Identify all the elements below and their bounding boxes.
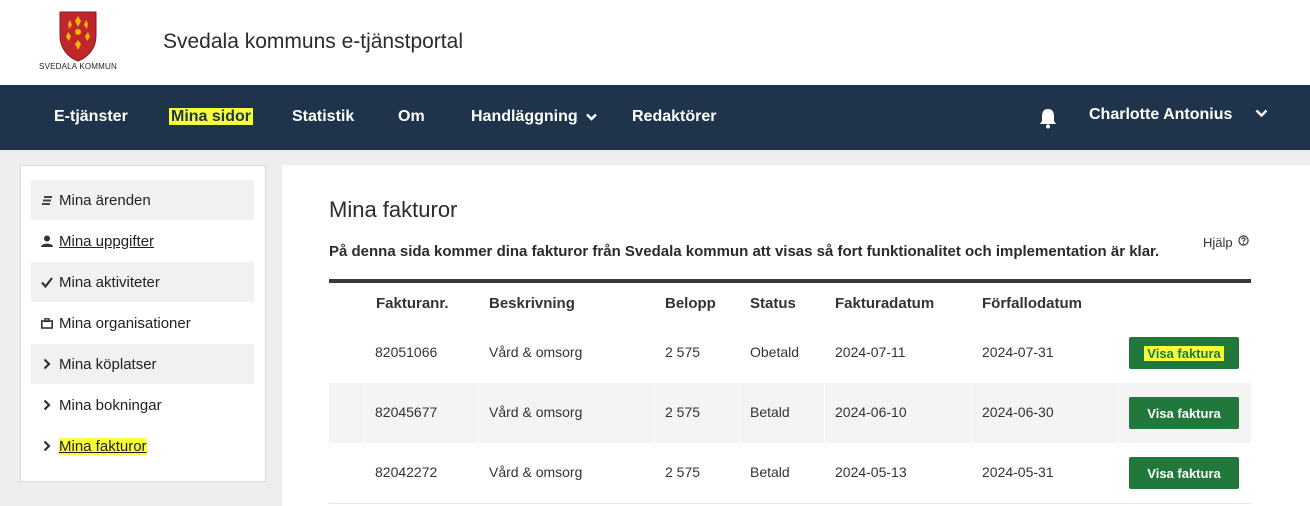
sidebar-item-label: Mina organisationer	[59, 314, 191, 332]
sidebar-item-label: Mina uppgifter	[59, 232, 155, 250]
sidebar-item-mina-organisationer[interactable]: Mina organisationer	[31, 303, 254, 343]
row-divider	[329, 503, 1251, 504]
help-link[interactable]: Hjälp	[1203, 235, 1249, 250]
bell-icon[interactable]	[1038, 107, 1058, 129]
nav-item-mina-sidor[interactable]: Mina sidor	[169, 107, 254, 127]
sidebar-item-mina-fakturor[interactable]: Mina fakturor	[31, 426, 254, 466]
nav-item-redaktorer[interactable]: Redaktörer	[632, 107, 716, 127]
invoice-due-date: 2024-05-31	[982, 464, 1054, 480]
chevron-right-icon	[39, 440, 55, 452]
view-invoice-button[interactable]: Visa faktura	[1129, 337, 1239, 369]
nav-label: Statistik	[292, 108, 355, 125]
invoice-status: Betald	[750, 464, 790, 480]
view-invoice-label: Visa faktura	[1147, 465, 1221, 481]
check-icon	[39, 276, 55, 288]
invoice-amount: 2 575	[665, 404, 701, 420]
nav-item-e-tjanster[interactable]: E-tjänster	[54, 107, 128, 127]
invoice-description: Vård & omsorg	[489, 464, 583, 480]
help-label: Hjälp	[1203, 235, 1233, 250]
invoice-date: 2024-06-10	[835, 404, 907, 420]
view-invoice-button[interactable]: Visa faktura	[1129, 397, 1239, 429]
invoice-description: Vård & omsorg	[489, 404, 583, 420]
main-content: Mina fakturor Hjälp På denna sida kommer…	[282, 165, 1310, 506]
page-title: Mina fakturor	[329, 197, 458, 222]
invoice-date: 2024-07-11	[835, 344, 906, 360]
municipality-logo[interactable]: SVEDALA KOMMUN	[32, 8, 124, 74]
logo-text: SVEDALA KOMMUN	[39, 62, 117, 71]
invoice-amount: 2 575	[665, 344, 701, 360]
person-icon	[39, 235, 55, 247]
invoice-due-date: 2024-06-30	[982, 404, 1054, 420]
user-menu-chevron-icon[interactable]	[1255, 109, 1268, 118]
sidebar-item-mina-arenden[interactable]: Mina ärenden	[31, 180, 254, 220]
sidebar-item-label: Mina köplatser	[59, 355, 157, 373]
invoice-status: Obetald	[750, 344, 800, 360]
nav-label: Redaktörer	[632, 108, 717, 125]
sidebar-item-label: Mina fakturor	[59, 437, 147, 455]
table-row: 82042272 Vård & omsorg 2 575 Betald 2024…	[329, 443, 1251, 503]
intro-text: På denna sida kommer dina fakturor från …	[329, 243, 1160, 260]
sidebar-item-label: Mina bokningar	[59, 396, 162, 414]
invoice-number: 82051066	[375, 344, 438, 360]
nav-label: Handläggning	[471, 108, 578, 125]
column-header-forfallodatum: Förfallodatum	[982, 295, 1082, 312]
view-invoice-button[interactable]: Visa faktura	[1129, 457, 1239, 489]
sidebar-item-mina-aktiviteter[interactable]: Mina aktiviteter	[31, 262, 254, 302]
invoice-amount: 2 575	[665, 464, 701, 480]
nav-item-statistik[interactable]: Statistik	[292, 107, 354, 127]
site-header: SVEDALA KOMMUN Svedala kommuns e-tjänstp…	[0, 0, 1310, 85]
sidebar: Mina ärenden Mina uppgifter Mina aktivit…	[20, 165, 266, 482]
invoice-number: 82045677	[375, 404, 438, 420]
chevron-down-icon	[586, 113, 597, 121]
briefcase-icon	[39, 317, 55, 329]
list-icon	[39, 195, 55, 206]
column-header-status: Status	[750, 295, 796, 312]
nav-label: Mina sidor	[169, 108, 254, 125]
invoice-due-date: 2024-07-31	[982, 344, 1054, 360]
column-header-beskrivning: Beskrivning	[489, 295, 575, 312]
nav-item-om[interactable]: Om	[398, 107, 425, 127]
invoice-status: Betald	[750, 404, 790, 420]
sidebar-item-label: Mina ärenden	[59, 191, 151, 209]
help-icon	[1238, 235, 1249, 246]
invoice-description: Vård & omsorg	[489, 344, 583, 360]
view-invoice-label: Visa faktura	[1144, 345, 1224, 361]
coat-of-arms-icon	[59, 11, 97, 62]
main-nav: E-tjänster Mina sidor Statistik Om Handl…	[0, 85, 1310, 150]
view-invoice-label: Visa faktura	[1147, 405, 1221, 421]
nav-label: E-tjänster	[54, 108, 128, 125]
nav-label: Om	[398, 108, 425, 125]
nav-item-handlaggning[interactable]: Handläggning	[471, 107, 597, 127]
site-title[interactable]: Svedala kommuns e-tjänstportal	[163, 30, 463, 54]
invoice-date: 2024-05-13	[835, 464, 907, 480]
user-menu-name[interactable]: Charlotte Antonius	[1089, 106, 1232, 124]
invoice-number: 82042272	[375, 464, 438, 480]
sidebar-item-mina-koplatser[interactable]: Mina köplatser	[31, 344, 254, 384]
chevron-right-icon	[39, 358, 55, 370]
table-top-border	[329, 279, 1251, 283]
sidebar-item-mina-uppgifter[interactable]: Mina uppgifter	[31, 221, 254, 261]
column-header-fakturanr: Fakturanr.	[376, 295, 449, 312]
sidebar-item-mina-bokningar[interactable]: Mina bokningar	[31, 385, 254, 425]
column-header-belopp: Belopp	[665, 295, 716, 312]
sidebar-item-label: Mina aktiviteter	[59, 273, 160, 291]
table-row: 82045677 Vård & omsorg 2 575 Betald 2024…	[329, 383, 1251, 443]
table-row: 82051066 Vård & omsorg 2 575 Obetald 202…	[329, 323, 1251, 383]
column-header-fakturadatum: Fakturadatum	[835, 295, 935, 312]
chevron-right-icon	[39, 399, 55, 411]
